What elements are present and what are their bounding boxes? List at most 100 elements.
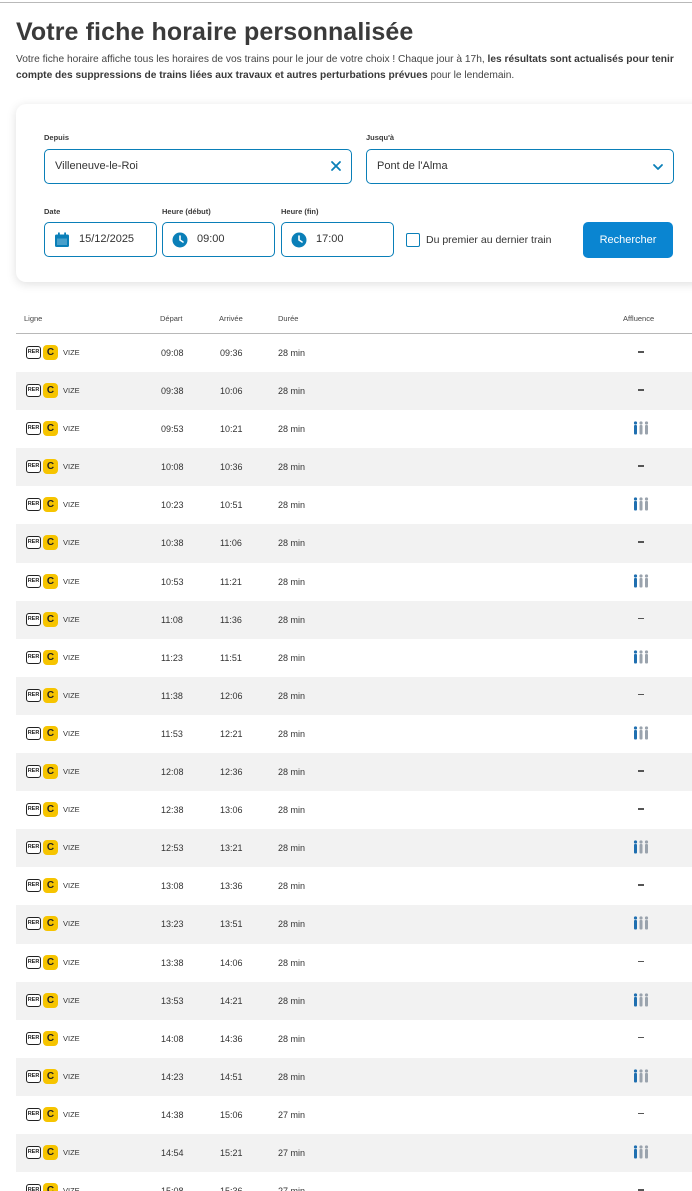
table-row[interactable]: RER C VIZE 11:53 12:21 28 min: [16, 715, 692, 753]
mission-code: VIZE: [63, 538, 80, 548]
table-row[interactable]: RER C VIZE 09:53 10:21 28 min: [16, 410, 692, 448]
rer-badge-icon: RER: [26, 879, 41, 893]
top-divider: [0, 2, 692, 3]
rer-badge-icon: RER: [26, 1145, 41, 1159]
duration: 28 min: [278, 957, 306, 968]
table-row[interactable]: RER C VIZE 14:23 14:51 28 min: [16, 1057, 692, 1096]
rer-badge-icon: RER: [26, 1184, 41, 1191]
date-field[interactable]: 15/12/2025: [44, 222, 157, 257]
table-row[interactable]: RER C VIZE 09:08 09:36 28 min: [16, 334, 692, 372]
table-row[interactable]: RER C VIZE 10:38 11:06 28 min: [16, 524, 692, 563]
chevron-down-icon: [653, 164, 663, 170]
mission-code: VIZE: [63, 1147, 80, 1157]
departure-time: 14:54: [161, 1147, 184, 1158]
arrival-time: 13:51: [220, 919, 243, 930]
arrival-time: 10:36: [220, 462, 243, 473]
table-row[interactable]: RER C VIZE 13:53 14:21 28 min: [16, 981, 692, 1020]
calendar-icon: [55, 232, 69, 247]
line-c-icon: C: [43, 725, 58, 741]
affluence-people-icon: [632, 840, 650, 854]
mission-code: VIZE: [63, 462, 80, 472]
arrival-time: 11:51: [220, 652, 242, 663]
duration: 27 min: [278, 1186, 305, 1191]
search-form-card: Depuis Villeneuve-le-Roi Jusqu'à Pont de…: [16, 104, 692, 282]
table-row[interactable]: RER C VIZE 12:53 13:21 28 min: [16, 829, 692, 868]
mission-code: VIZE: [63, 348, 80, 357]
mission-code: VIZE: [63, 652, 80, 662]
line-c-icon: C: [43, 1144, 58, 1160]
table-row[interactable]: RER C VIZE 12:08 12:36 28 min: [16, 753, 692, 792]
duration: 28 min: [278, 690, 306, 701]
affluence-none-dash: [638, 770, 644, 772]
arrival-time: 15:21: [220, 1147, 243, 1158]
duration: 28 min: [278, 1071, 306, 1082]
departure-time: 09:53: [161, 424, 184, 435]
table-row[interactable]: RER C VIZE 13:23 13:51 28 min: [16, 905, 692, 944]
duration: 28 min: [278, 386, 306, 397]
departure-time: 10:53: [161, 576, 184, 587]
duration: 28 min: [278, 995, 306, 1006]
end-time-value: 17:00: [316, 233, 344, 245]
arrival-time: 11:36: [220, 614, 242, 625]
rer-badge-icon: RER: [26, 955, 41, 969]
rer-badge-icon: RER: [26, 346, 41, 359]
rer-badge-icon: RER: [26, 1031, 41, 1045]
arrival-time: 15:06: [220, 1109, 243, 1120]
duration: 28 min: [278, 728, 306, 739]
table-row[interactable]: RER C VIZE 10:23 10:51 28 min: [16, 486, 692, 524]
arrival-time: 11:21: [220, 576, 242, 587]
table-row[interactable]: RERC VIZE 15:08 15:36 27 min: [16, 1172, 692, 1191]
table-row[interactable]: RER C VIZE 10:53 11:21 28 min: [16, 563, 692, 601]
arrival-time: 13:21: [220, 843, 243, 854]
table-row[interactable]: RER C VIZE 10:08 10:36 28 min: [16, 448, 692, 487]
affluence-none-dash: [638, 541, 644, 543]
rer-badge-icon: RER: [26, 650, 41, 664]
line-c-icon: C: [43, 573, 58, 589]
departure-time: 13:53: [161, 995, 184, 1006]
table-row[interactable]: RER C VIZE 11:38 12:06 28 min: [16, 676, 692, 715]
line-c-icon: C: [43, 687, 58, 703]
close-icon[interactable]: [329, 159, 343, 173]
table-row[interactable]: RER C VIZE 14:54 15:21 27 min: [16, 1133, 692, 1173]
table-row[interactable]: RER C VIZE 09:38 10:06 28 min: [16, 372, 692, 411]
start-time-field[interactable]: 09:00: [162, 222, 275, 257]
arrival-time: 14:51: [220, 1071, 243, 1082]
table-row[interactable]: RER C VIZE 11:08 11:36 28 min: [16, 600, 692, 639]
affluence-people-icon: [632, 573, 650, 588]
duration: 28 min: [278, 805, 306, 816]
table-row[interactable]: RER C VIZE 14:38 15:06 27 min: [16, 1096, 692, 1134]
affluence-none-dash: [638, 617, 644, 620]
departure-time: 13:08: [161, 881, 184, 892]
duration: 28 min: [278, 1033, 306, 1044]
line-c-icon: C: [43, 954, 58, 970]
rer-badge-icon: RER: [26, 498, 41, 512]
search-button[interactable]: Rechercher: [583, 222, 673, 258]
departure-time: 10:23: [161, 500, 184, 511]
schedule-table: RER C VIZE 09:08 09:36 28 min RER C VIZE 09:38 10:…: [16, 334, 692, 1191]
mission-code: VIZE: [63, 919, 80, 929]
to-select[interactable]: Pont de l'Alma: [366, 149, 674, 184]
departure-time: 14:38: [161, 1109, 184, 1120]
from-field[interactable]: Villeneuve-le-Roi: [44, 149, 352, 184]
date-value: 15/12/2025: [79, 233, 135, 245]
table-row[interactable]: RER C VIZE 14:08 14:36 28 min: [16, 1020, 692, 1058]
departure-time: 11:53: [161, 728, 183, 739]
duration: 27 min: [278, 1109, 306, 1120]
table-row[interactable]: RER C VIZE 13:08 13:36 28 min: [16, 867, 692, 905]
rer-badge-icon: RER: [26, 384, 41, 398]
intro-plain-1: Votre fiche horaire affiche tous les hor…: [16, 54, 488, 65]
affluence-none-dash: [638, 693, 644, 696]
table-row[interactable]: RER C VIZE 13:38 14:06 28 min: [16, 944, 692, 982]
end-time-field[interactable]: 17:00: [281, 222, 394, 257]
affluence-none-dash: [638, 960, 644, 962]
affluence-none-dash: [638, 1112, 644, 1115]
first-last-train-label[interactable]: Du premier au dernier train: [426, 234, 551, 246]
mission-code: VIZE: [63, 805, 80, 815]
departure-time: 14:08: [161, 1033, 184, 1044]
duration: 28 min: [278, 500, 306, 511]
line-c-icon: C: [43, 802, 58, 818]
first-last-train-checkbox[interactable]: [406, 233, 420, 247]
table-row[interactable]: RER C VIZE 11:23 11:51 28 min: [16, 639, 692, 677]
table-row[interactable]: RER C VIZE 12:38 13:06 28 min: [16, 791, 692, 829]
mission-code: VIZE: [63, 995, 80, 1005]
